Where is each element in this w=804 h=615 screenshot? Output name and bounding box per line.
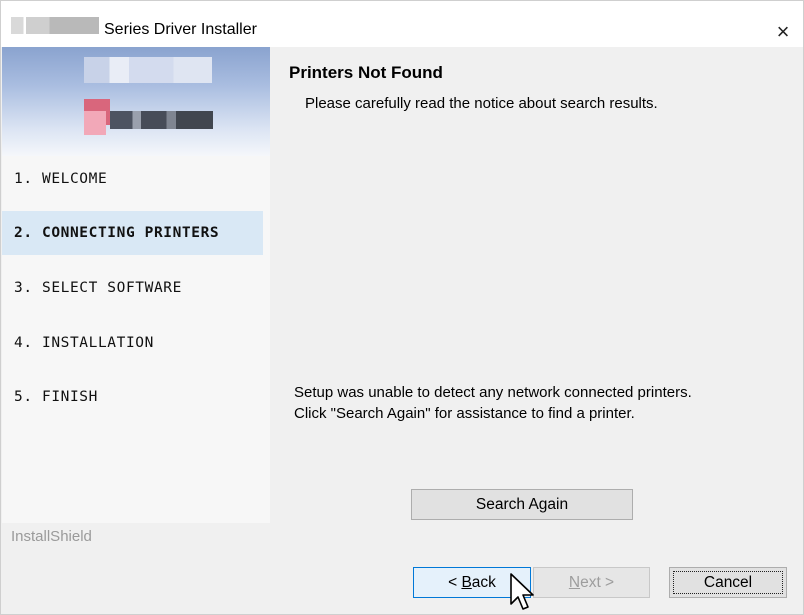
page-subtitle: Please carefully read the notice about s… (305, 95, 658, 112)
mouse-pointer-icon (510, 573, 534, 610)
window-title: Series Driver Installer (104, 21, 257, 38)
installshield-brand: InstallShield (11, 528, 92, 545)
next-label: Next > (569, 574, 614, 591)
installer-window: Series Driver Installer × 1. WELCOME 2. … (0, 0, 804, 615)
message-line-2: Click "Search Again" for assistance to f… (294, 405, 635, 422)
steps-sidebar: 1. WELCOME 2. CONNECTING PRINTERS 3. SEL… (2, 47, 270, 523)
back-label-rest: ack (471, 574, 496, 591)
step-connecting-printers: 2. CONNECTING PRINTERS (2, 211, 263, 255)
title-bar: Series Driver Installer × (1, 1, 803, 47)
redacted-product-name (11, 17, 99, 34)
search-again-label: Search Again (475, 496, 569, 513)
page-title: Printers Not Found (289, 63, 443, 82)
next-button[interactable]: Next > (533, 567, 650, 598)
redacted-logo-wordmark (110, 111, 213, 129)
search-result-message: Setup was unable to detect any network c… (294, 382, 794, 424)
back-label: < Back (448, 574, 496, 591)
close-icon[interactable]: × (765, 17, 801, 47)
message-line-1: Setup was unable to detect any network c… (294, 384, 692, 401)
step-welcome: 1. WELCOME (14, 171, 108, 187)
redacted-logo-mark-light (84, 111, 106, 135)
brand-banner (2, 47, 270, 156)
step-finish: 5. FINISH (14, 389, 98, 405)
cancel-label: Cancel (703, 574, 753, 591)
search-again-button[interactable]: Search Again (411, 489, 633, 520)
back-arrow: < (448, 574, 462, 591)
next-label-rest: ext > (580, 574, 615, 591)
step-installation: 4. INSTALLATION (14, 335, 154, 351)
back-mnemonic: B (461, 574, 472, 591)
cancel-button[interactable]: Cancel (669, 567, 787, 598)
next-mnemonic: N (568, 574, 581, 591)
redacted-logo-text (84, 57, 212, 83)
step-select-software: 3. SELECT SOFTWARE (14, 280, 182, 296)
